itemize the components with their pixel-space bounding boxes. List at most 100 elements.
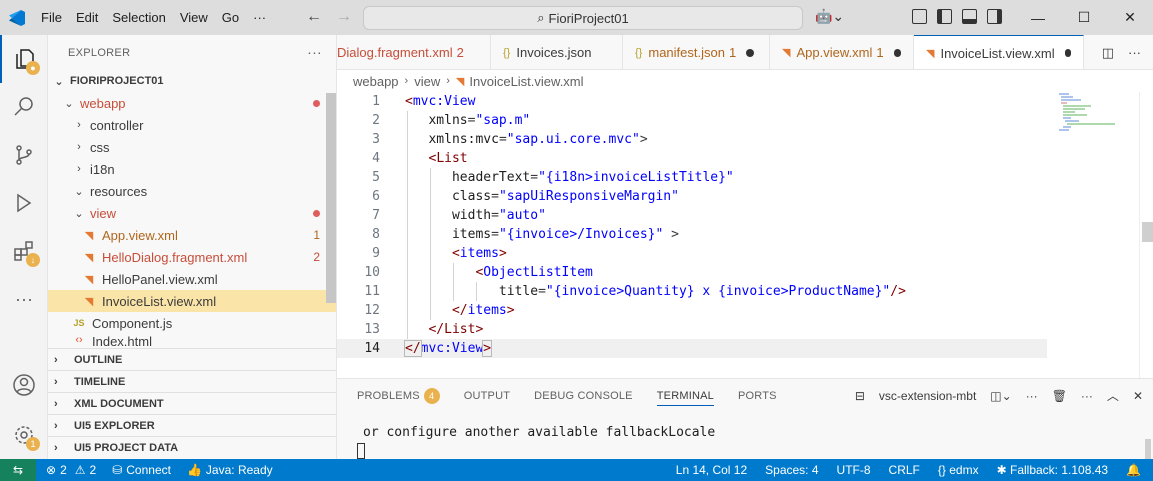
panel-tab-problems[interactable]: PROBLEMS 4: [357, 379, 440, 413]
code-line: xmlns:mvc="sap.ui.core.mvc">: [428, 132, 648, 147]
tree-item-component[interactable]: JS Component.js: [48, 312, 336, 334]
editor-scrollbar[interactable]: [1139, 92, 1153, 378]
encoding[interactable]: UTF-8: [837, 463, 871, 477]
tree-item-controller[interactable]: › controller: [48, 114, 336, 136]
end-of-line[interactable]: CRLF: [889, 463, 920, 477]
terminal-more-icon[interactable]: ···: [1026, 389, 1038, 403]
breadcrumb-item[interactable]: webapp: [353, 74, 399, 89]
split-terminal-icon[interactable]: ◫⌄: [990, 389, 1011, 403]
connect-label: Connect: [126, 463, 171, 477]
explorer-more-icon[interactable]: ···: [307, 44, 322, 60]
line-number: 8: [372, 227, 380, 242]
maximize-panel-icon[interactable]: ︿: [1107, 387, 1119, 404]
tree-item-hellopanel[interactable]: ◥ HelloPanel.view.xml: [48, 268, 336, 290]
panel-tab-ports[interactable]: PORTS: [738, 379, 777, 413]
tree-item-index[interactable]: ‹› Index.html: [48, 334, 336, 348]
tab-invoices-json[interactable]: {} Invoices.json: [491, 35, 623, 69]
tree-item-label: i18n: [90, 161, 115, 177]
panel-tab-label: DEBUG CONSOLE: [534, 390, 633, 402]
tab-app-view[interactable]: ◥ App.view.xml 1: [770, 35, 914, 69]
connect-status[interactable]: ⛁ Connect: [112, 463, 171, 477]
back-arrow-icon[interactable]: ←: [306, 8, 322, 26]
language-mode[interactable]: {} edmx: [938, 463, 979, 477]
trash-icon[interactable]: 🗑: [1052, 389, 1067, 403]
section-ui5-explorer[interactable]: › UI5 EXPLORER: [48, 414, 336, 436]
toggle-sidebar-icon[interactable]: [937, 9, 952, 24]
toggle-secondary-sidebar-icon[interactable]: [987, 9, 1002, 24]
split-editor-icon[interactable]: ◫: [1102, 45, 1114, 61]
cursor-position[interactable]: Ln 14, Col 12: [676, 463, 747, 477]
tab-manifest-json[interactable]: {} manifest.json 1: [623, 35, 770, 69]
accounts-icon[interactable]: [0, 361, 48, 409]
explorer-icon[interactable]: ●: [0, 35, 48, 83]
toggle-panel-icon[interactable]: [962, 9, 977, 24]
close-panel-icon[interactable]: ✕: [1133, 389, 1143, 403]
tab-problem-count: 2: [456, 45, 464, 60]
section-timeline[interactable]: › TIMELINE: [48, 370, 336, 392]
project-root[interactable]: ⌄ FIORIPROJECT01: [48, 70, 336, 92]
command-center-search[interactable]: ⌕ FioriProject01: [363, 6, 803, 30]
tab-hellodialog-fragment[interactable]: Dialog.fragment.xml 2: [337, 35, 491, 69]
menu-more[interactable]: ···: [246, 10, 273, 25]
search-activity-icon[interactable]: [0, 83, 48, 131]
tree-item-webapp[interactable]: ⌄ webapp: [48, 92, 336, 114]
fallback-status[interactable]: ✱ Fallback: 1.108.43: [997, 463, 1108, 477]
notifications-bell-icon[interactable]: 🔔: [1126, 463, 1141, 477]
terminal-icon: ⊟: [854, 388, 865, 403]
tree-item-invoicelist[interactable]: ◥ InvoiceList.view.xml: [48, 290, 336, 312]
modified-dot: [1064, 49, 1071, 57]
extensions-icon[interactable]: ↓: [0, 227, 48, 275]
menu-go[interactable]: Go: [215, 10, 246, 25]
menu-file[interactable]: File: [34, 10, 69, 25]
tree-item-i18n[interactable]: › i18n: [48, 158, 336, 180]
tab-label: InvoiceList.view.xml: [940, 45, 1055, 61]
menu-edit[interactable]: Edit: [69, 10, 105, 25]
run-debug-icon[interactable]: [0, 179, 48, 227]
tree-item-label: HelloPanel.view.xml: [102, 271, 218, 287]
problems-status[interactable]: ⊗ 2 ⚠ 2: [46, 463, 96, 477]
manage-gear-icon[interactable]: 1: [0, 411, 48, 459]
error-count: 2: [60, 463, 67, 477]
breadcrumb-item[interactable]: InvoiceList.view.xml: [469, 74, 583, 89]
terminal-name[interactable]: vsc-extension-mbt: [879, 389, 976, 403]
panel-tab-debug-console[interactable]: DEBUG CONSOLE: [534, 379, 633, 413]
minimap[interactable]: [1057, 92, 1117, 132]
line-number: 12: [364, 303, 380, 318]
chevron-right-icon: ›: [404, 75, 409, 87]
java-status[interactable]: 👍 Java: Ready: [187, 463, 273, 477]
code-editor[interactable]: 1 <mvc:View 2 xmlns="sap.m" 3 xmlns:mvc="…: [337, 92, 1153, 378]
section-ui5-project-data[interactable]: › UI5 PROJECT DATA: [48, 436, 336, 458]
menu-view[interactable]: View: [173, 10, 215, 25]
breadcrumb-item[interactable]: view: [414, 74, 440, 89]
maximize-icon[interactable]: ☐: [1061, 0, 1107, 35]
close-icon[interactable]: ✕: [1107, 0, 1153, 35]
tree-item-view[interactable]: ⌄ view: [48, 202, 336, 224]
more-actions-icon[interactable]: ···: [1128, 45, 1141, 60]
search-text: FioriProject01: [548, 10, 629, 26]
minimize-icon[interactable]: —: [1015, 0, 1061, 35]
sidebar-scrollbar[interactable]: [326, 93, 336, 303]
tree-item-app-view[interactable]: ◥ App.view.xml 1: [48, 224, 336, 246]
tree-item-css[interactable]: › css: [48, 136, 336, 158]
code-line: </List>: [428, 322, 484, 337]
forward-arrow-icon[interactable]: →: [336, 8, 352, 26]
terminal-scrollbar[interactable]: [1145, 439, 1151, 459]
code-line: </items>: [451, 303, 515, 318]
menu-selection[interactable]: Selection: [105, 10, 172, 25]
modified-dot: [893, 48, 901, 57]
section-outline[interactable]: › OUTLINE: [48, 348, 336, 370]
panel-tab-terminal[interactable]: TERMINAL: [656, 386, 714, 406]
remote-icon[interactable]: ⇆: [0, 459, 36, 481]
source-control-icon[interactable]: [0, 131, 48, 179]
layout-customize-icon[interactable]: [912, 9, 927, 24]
tab-invoicelist-view[interactable]: ◥ InvoiceList.view.xml: [914, 35, 1084, 69]
terminal-more-actions-icon[interactable]: ···: [1081, 389, 1093, 403]
section-xml-document[interactable]: › XML DOCUMENT: [48, 392, 336, 414]
tree-item-resources[interactable]: ⌄ resources: [48, 180, 336, 202]
copilot-icon[interactable]: 🤖⌄: [815, 8, 844, 25]
more-views-icon[interactable]: ···: [0, 275, 48, 323]
code-line: width="auto": [451, 208, 546, 223]
panel-tab-output[interactable]: OUTPUT: [464, 379, 510, 413]
indentation[interactable]: Spaces: 4: [765, 463, 818, 477]
tree-item-hellodialog[interactable]: ◥ HelloDialog.fragment.xml 2: [48, 246, 336, 268]
